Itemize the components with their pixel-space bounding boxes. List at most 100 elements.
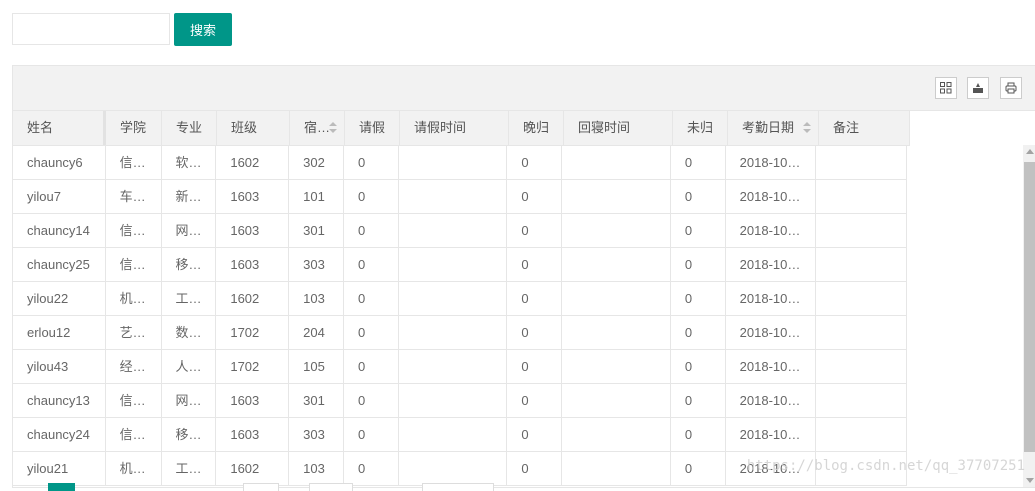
cell-absent: 0 [671,146,726,179]
cell-class: 1602 [216,282,290,315]
sort-icon[interactable] [329,122,337,134]
cell-college: 机… [106,282,162,315]
column-header-label: 未归 [687,120,714,135]
cell-class: 1702 [216,350,290,383]
cell-leave: 0 [344,316,399,349]
pagination [0,483,1035,491]
column-header-college: 学院 [106,111,162,145]
column-header-date[interactable]: 考勤日期 [728,111,819,145]
cell-major: 网… [162,214,217,247]
cell-remark [816,214,908,247]
cell-absent: 0 [671,452,726,485]
search-input[interactable] [12,13,170,45]
cell-class: 1602 [216,146,290,179]
cell-leave: 0 [344,350,399,383]
table-row[interactable]: chauncy6 信… 软… 1602 302 0 0 0 2018-10… [13,146,908,180]
cell-late: 0 [507,248,563,281]
page-go-button[interactable] [309,483,353,491]
cell-absent: 0 [671,248,726,281]
vertical-scrollbar[interactable] [1023,145,1035,487]
cell-name: erlou12 [13,316,106,349]
column-header-label: 晚归 [523,120,550,135]
search-button[interactable]: 搜索 [174,13,232,46]
page-input[interactable] [243,483,279,491]
cell-leave_time [399,452,508,485]
scroll-up-icon[interactable] [1026,149,1034,154]
cell-remark [816,248,908,281]
cell-dorm: 303 [289,418,344,451]
cell-class: 1702 [216,316,290,349]
cell-date: 2018-10… [726,350,817,383]
column-header-absent: 未归 [673,111,728,145]
table-row[interactable]: yilou7 车… 新… 1603 101 0 0 0 2018-10… [13,180,908,214]
cell-late: 0 [507,316,563,349]
cell-late: 0 [507,282,563,315]
column-header-label: 请假 [359,120,386,135]
cell-date: 2018-10… [726,384,817,417]
cell-dorm: 105 [289,350,344,383]
cell-college: 经… [106,350,162,383]
export-icon[interactable] [967,77,989,99]
column-header-label: 回寝时间 [578,120,631,135]
cell-leave: 0 [344,214,399,247]
cell-leave_time [399,248,508,281]
column-header-late: 晚归 [509,111,564,145]
cell-name: chauncy24 [13,418,106,451]
column-header-label: 姓名 [27,120,54,135]
columns-icon[interactable] [935,77,957,99]
column-header-dorm[interactable]: 宿… [290,111,345,145]
column-header-class: 班级 [217,111,290,145]
cell-absent: 0 [671,180,726,213]
cell-dorm: 204 [289,316,344,349]
cell-return_time [562,146,671,179]
cell-college: 信… [106,248,162,281]
cell-return_time [562,282,671,315]
cell-name: yilou7 [13,180,106,213]
watermark: https://blog.csdn.net/qq_37707251 [746,458,1025,474]
column-header-label: 学院 [120,120,147,135]
sort-icon[interactable] [803,122,811,134]
cell-remark [816,146,908,179]
cell-dorm: 101 [289,180,344,213]
column-header-label: 考勤日期 [742,120,795,135]
cell-major: 新… [162,180,217,213]
print-icon[interactable] [1000,77,1022,99]
page-size-select[interactable] [422,483,494,491]
cell-major: 工… [162,282,217,315]
column-header-label: 班级 [231,120,258,135]
table-row[interactable]: yilou22 机… 工… 1602 103 0 0 0 2018-10… [13,282,908,316]
cell-late: 0 [507,180,563,213]
table-row[interactable]: yilou43 经… 人… 1702 105 0 0 0 2018-10… [13,350,908,384]
cell-leave: 0 [344,384,399,417]
data-table: 姓名 学院 专业 班级 宿… 请假 请假时间 晚归 回寝时间 未归 考勤日期 备注 chauncy6 信… [12,65,1035,488]
table-row[interactable]: chauncy24 信… 移… 1603 303 0 0 0 2018-10… [13,418,908,452]
cell-return_time [562,418,671,451]
cell-leave_time [399,282,508,315]
table-row[interactable]: chauncy14 信… 网… 1603 301 0 0 0 2018-10… [13,214,908,248]
cell-date: 2018-10… [726,146,817,179]
cell-major: 移… [162,248,217,281]
cell-absent: 0 [671,384,726,417]
cell-class: 1602 [216,452,290,485]
cell-leave_time [399,316,508,349]
table-row[interactable]: chauncy25 信… 移… 1603 303 0 0 0 2018-10… [13,248,908,282]
cell-remark [816,180,908,213]
cell-major: 人… [162,350,217,383]
cell-late: 0 [507,384,563,417]
cell-name: chauncy14 [13,214,106,247]
cell-date: 2018-10… [726,180,817,213]
column-header-label: 专业 [176,120,203,135]
table-row[interactable]: chauncy13 信… 网… 1603 301 0 0 0 2018-10… [13,384,908,418]
column-resizer[interactable] [103,111,106,145]
table-row[interactable]: erlou12 艺… 数… 1702 204 0 0 0 2018-10… [13,316,908,350]
scroll-thumb[interactable] [1024,162,1035,452]
cell-date: 2018-10… [726,248,817,281]
cell-return_time [562,384,671,417]
cell-late: 0 [507,214,563,247]
cell-leave_time [399,350,508,383]
cell-dorm: 103 [289,282,344,315]
table-body: chauncy6 信… 软… 1602 302 0 0 0 2018-10… yilou7 车… 新…… [13,146,908,486]
column-header-leave: 请假 [345,111,400,145]
cell-major: 软… [162,146,217,179]
page-current[interactable] [48,483,75,491]
